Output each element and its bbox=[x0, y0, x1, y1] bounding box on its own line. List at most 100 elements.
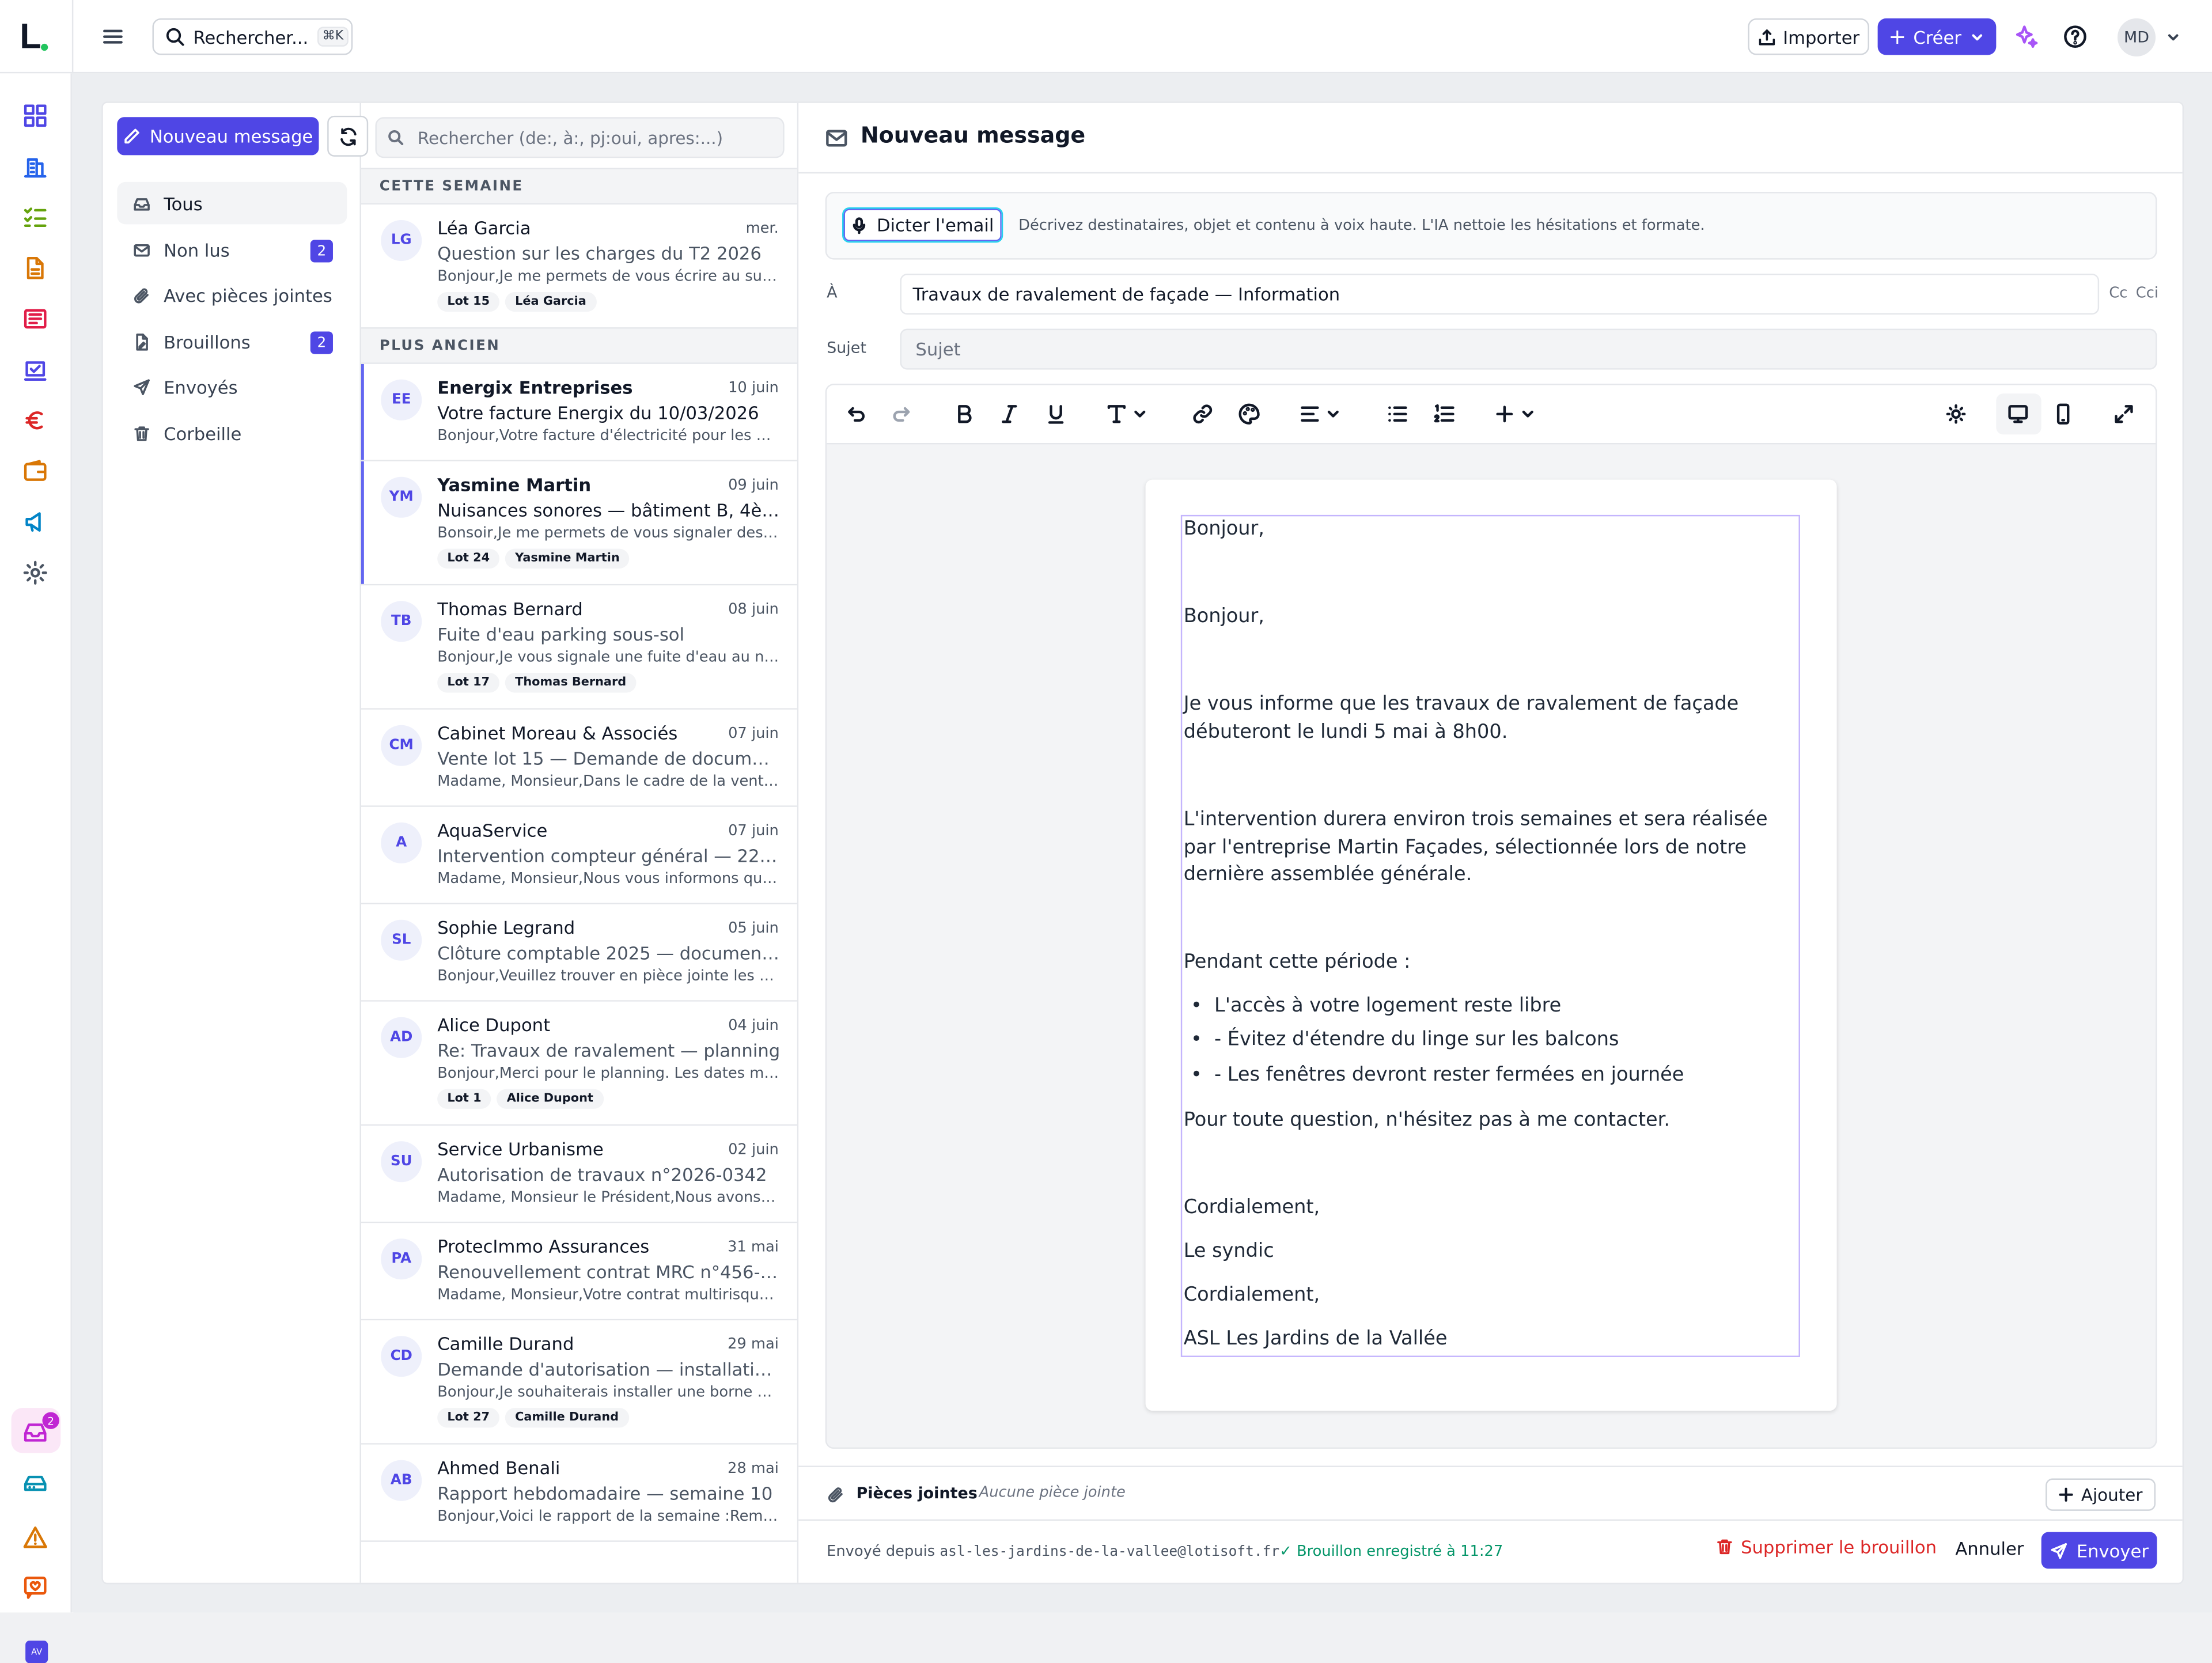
folder-attachments[interactable]: Avec pièces jointes bbox=[117, 274, 347, 316]
delete-draft-button[interactable]: Supprimer le brouillon bbox=[1715, 1536, 1937, 1558]
message-search-input[interactable]: Rechercher (de:, à:, pj:oui, apres:...) bbox=[375, 117, 785, 158]
message-row[interactable]: SL Sophie Legrand 05 juin Clôture comptable… bbox=[361, 904, 797, 1002]
sender-avatar: LG bbox=[381, 220, 422, 262]
chevron-down-icon[interactable] bbox=[1520, 402, 1536, 426]
bullet-text: L'accès à votre logement reste libre bbox=[1214, 994, 1562, 1017]
message-row[interactable]: SU Service Urbanisme 02 juin Autorisation d… bbox=[361, 1126, 797, 1223]
undo-icon[interactable] bbox=[844, 402, 868, 426]
folder-trash[interactable]: Corbeille bbox=[117, 412, 347, 454]
mobile-preview-icon[interactable] bbox=[2051, 402, 2075, 426]
chevron-down-icon[interactable] bbox=[1131, 402, 1148, 426]
app-logo[interactable]: L bbox=[20, 17, 41, 58]
numbered-list-icon[interactable] bbox=[1432, 402, 1456, 426]
warning-icon[interactable] bbox=[22, 1525, 48, 1550]
import-button[interactable]: Importer bbox=[1748, 18, 1869, 55]
create-button[interactable]: + Créer bbox=[1877, 18, 1997, 55]
workspace-avatar[interactable]: AV bbox=[25, 1641, 48, 1663]
folder-unread[interactable]: Non lus 2 bbox=[117, 229, 347, 271]
underline-icon[interactable] bbox=[1044, 402, 1068, 426]
sender-avatar: AB bbox=[381, 1460, 422, 1501]
send-button[interactable]: Envoyer bbox=[2041, 1532, 2157, 1569]
sender-name: Yasmine Martin bbox=[437, 473, 592, 495]
folder-label: Avec pièces jointes bbox=[164, 284, 332, 306]
message-row[interactable]: LG Léa Garcia mer. Question sur les charges… bbox=[361, 204, 797, 329]
message-date: mer. bbox=[745, 220, 779, 237]
new-message-button[interactable]: Nouveau message bbox=[117, 117, 319, 156]
message-row[interactable]: EE Energix Entreprises 10 juin Votre factur… bbox=[361, 363, 797, 461]
vote-icon[interactable] bbox=[22, 357, 48, 382]
message-row[interactable]: A AquaService 07 juin Intervention compteur… bbox=[361, 806, 797, 904]
folder-all[interactable]: Tous bbox=[117, 181, 347, 225]
trash-icon bbox=[134, 426, 149, 441]
align-left-icon[interactable] bbox=[1298, 402, 1322, 426]
chevron-down-icon[interactable] bbox=[2165, 29, 2181, 45]
message-subject: Votre facture Energix du 10/03/2026 bbox=[437, 401, 759, 423]
global-search-button[interactable]: Rechercher... ⌘K bbox=[152, 18, 353, 55]
italic-icon[interactable] bbox=[997, 402, 1021, 426]
folder-drafts[interactable]: Brouillons 2 bbox=[117, 320, 347, 362]
chevron-down-icon[interactable] bbox=[1325, 402, 1342, 426]
redo-icon[interactable] bbox=[890, 402, 914, 426]
hamburger-menu-icon[interactable] bbox=[99, 22, 127, 51]
chevron-down-icon bbox=[1972, 33, 1983, 40]
bold-icon[interactable] bbox=[952, 402, 976, 426]
message-row[interactable]: PA ProtecImmo Assurances 31 mai Renouvellem… bbox=[361, 1223, 797, 1321]
newspaper-icon[interactable] bbox=[22, 306, 48, 331]
mail-icon bbox=[134, 243, 150, 256]
palette-icon[interactable] bbox=[1237, 402, 1262, 426]
message-subject: Clôture comptable 2025 — documents à val… bbox=[437, 942, 780, 964]
search-icon bbox=[166, 28, 184, 46]
dashboard-icon[interactable] bbox=[22, 103, 48, 128]
message-tag: Lot 17 bbox=[437, 673, 500, 693]
cci-toggle[interactable]: Cci bbox=[2136, 285, 2158, 302]
cc-toggle[interactable]: Cc bbox=[2109, 285, 2127, 302]
send-icon bbox=[2051, 1542, 2067, 1559]
message-tag: Lot 24 bbox=[437, 548, 500, 569]
desktop-preview-icon[interactable] bbox=[2006, 402, 2030, 426]
help-icon[interactable] bbox=[2062, 24, 2088, 50]
folder-sent[interactable]: Envoyés bbox=[117, 365, 347, 407]
upload-icon bbox=[1759, 28, 1775, 45]
megaphone-icon[interactable] bbox=[22, 509, 48, 535]
chat-heart-icon[interactable] bbox=[22, 1574, 48, 1600]
search-icon bbox=[388, 130, 404, 146]
dictate-email-button[interactable]: Dicter l'email bbox=[842, 207, 1003, 243]
wallet-icon[interactable] bbox=[22, 459, 48, 484]
message-row[interactable]: CD Camille Durand 29 mai Demande d'autorisa… bbox=[361, 1320, 797, 1445]
theme-sun-icon[interactable] bbox=[1944, 402, 1968, 426]
storage-icon[interactable] bbox=[22, 1470, 48, 1495]
sender-avatar: CM bbox=[381, 725, 422, 766]
fullscreen-icon[interactable] bbox=[2112, 402, 2136, 426]
add-attachment-button[interactable]: Ajouter bbox=[2046, 1478, 2156, 1511]
plus-icon[interactable] bbox=[1493, 402, 1517, 426]
global-search-label: Rechercher... bbox=[193, 26, 309, 48]
composer: Nouveau message Dicter l'email Décrivez … bbox=[798, 103, 2183, 1583]
divider bbox=[798, 172, 2183, 174]
message-row[interactable]: CM Cabinet Moreau & Associés 07 juin Vente … bbox=[361, 709, 797, 807]
dictation-help-text: Décrivez destinataires, objet et contenu… bbox=[1018, 217, 1705, 234]
message-row[interactable]: AD Alice Dupont 04 juin Re: Travaux de rava… bbox=[361, 1001, 797, 1126]
euro-icon[interactable] bbox=[22, 408, 48, 433]
user-avatar[interactable]: MD bbox=[2117, 18, 2156, 56]
ai-sparkle-icon[interactable] bbox=[2012, 22, 2040, 51]
text-style-icon[interactable] bbox=[1105, 402, 1129, 426]
message-row[interactable]: YM Yasmine Martin 09 juin Nuisances sonores… bbox=[361, 461, 797, 586]
email-body-editor[interactable]: Bonjour, Bonjour, Je vous informe que le… bbox=[1180, 514, 1800, 1357]
building-icon[interactable] bbox=[22, 154, 48, 179]
checklist-icon[interactable] bbox=[22, 204, 48, 230]
message-row[interactable]: AB Ahmed Benali 28 mai Rapport hebdomadaire… bbox=[361, 1444, 797, 1542]
settings-icon[interactable] bbox=[22, 560, 48, 585]
top-bar: L Rechercher... ⌘K Importer + Créer MD bbox=[0, 0, 2212, 74]
message-preview: Bonjour,Je souhaiterais installer une bo… bbox=[437, 1384, 780, 1401]
message-row[interactable]: TB Thomas Bernard 08 juin Fuite d'eau parki… bbox=[361, 585, 797, 710]
subject-field[interactable]: Sujet bbox=[900, 328, 2157, 370]
cancel-button[interactable]: Annuler bbox=[1955, 1537, 2024, 1559]
link-icon[interactable] bbox=[1191, 402, 1215, 426]
message-tag: Alice Dupont bbox=[497, 1089, 604, 1109]
bullet-list-icon[interactable] bbox=[1385, 402, 1410, 426]
paperclip-icon bbox=[827, 1486, 845, 1504]
sender-name: AquaService bbox=[437, 819, 548, 841]
document-icon[interactable] bbox=[22, 255, 48, 281]
to-field[interactable]: Travaux de ravalement de façade — Inform… bbox=[900, 274, 2100, 315]
message-date: 07 juin bbox=[728, 725, 779, 743]
